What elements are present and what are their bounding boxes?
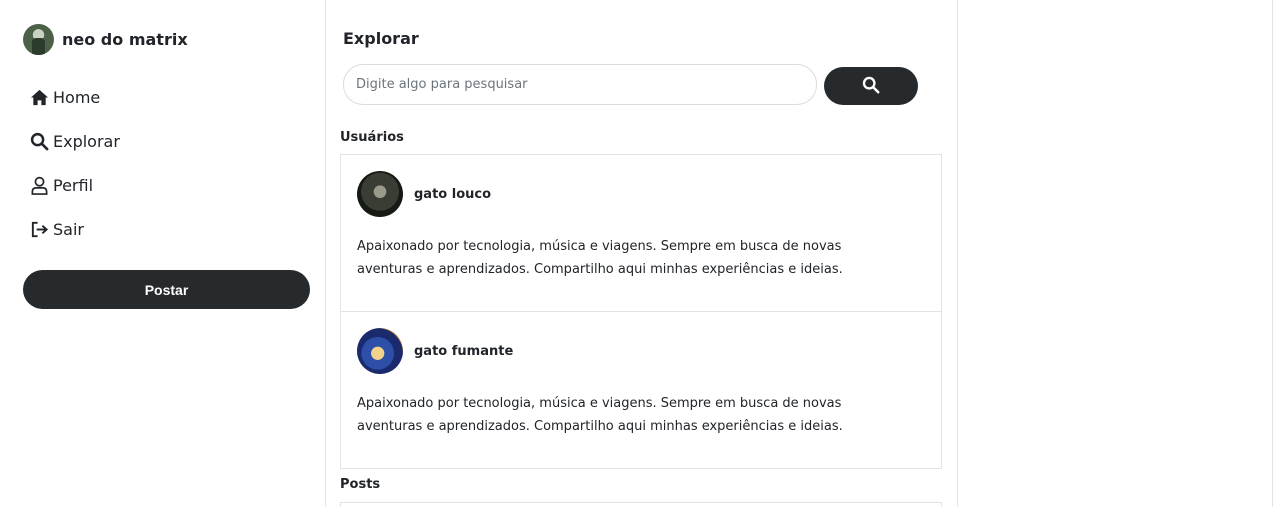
- user-card[interactable]: gato fumante Apaixonado por tecnologia, …: [340, 311, 942, 469]
- user-card-header: gato louco: [357, 171, 491, 217]
- sidebar-item-label: Home: [53, 87, 101, 107]
- home-icon: [30, 88, 49, 107]
- user-icon: [30, 176, 49, 195]
- post-card[interactable]: [340, 502, 942, 507]
- avatar: [357, 328, 403, 374]
- search-icon: [862, 76, 880, 97]
- avatar: [357, 171, 403, 217]
- user-name: gato louco: [414, 186, 492, 202]
- sidebar-item-explorar[interactable]: Explorar: [30, 129, 120, 153]
- profile[interactable]: neo do matrix: [23, 24, 188, 55]
- explore-main: Explorar Usuários gato louco Apaixonado …: [326, 0, 957, 507]
- sidebar-item-label: Sair: [53, 219, 84, 239]
- user-card[interactable]: gato louco Apaixonado por tecnologia, mú…: [340, 154, 942, 312]
- logout-icon: [30, 220, 49, 239]
- page-title: Explorar: [343, 29, 419, 48]
- avatar: [23, 24, 54, 55]
- user-bio: Apaixonado por tecnologia, música e viag…: [357, 239, 843, 277]
- users-section-label: Usuários: [340, 130, 404, 145]
- sidebar-nav: Home Explorar Perfil Sair: [30, 85, 120, 261]
- main-divider: [957, 0, 958, 507]
- sidebar-item-sair[interactable]: Sair: [30, 217, 120, 241]
- posts-section-label: Posts: [340, 477, 381, 492]
- sidebar-item-perfil[interactable]: Perfil: [30, 173, 120, 197]
- user-bio: Apaixonado por tecnologia, música e viag…: [357, 396, 843, 434]
- user-name: gato fumante: [414, 343, 514, 359]
- search-button[interactable]: [824, 67, 918, 105]
- search-icon: [30, 132, 49, 151]
- profile-name: neo do matrix: [62, 30, 188, 49]
- sidebar-item-home[interactable]: Home: [30, 85, 120, 109]
- search-input[interactable]: [343, 64, 817, 105]
- sidebar-item-label: Perfil: [53, 175, 94, 195]
- right-divider: [1272, 0, 1273, 507]
- user-card-header: gato fumante: [357, 328, 513, 374]
- post-button[interactable]: Postar: [23, 270, 310, 309]
- sidebar-item-label: Explorar: [53, 131, 120, 151]
